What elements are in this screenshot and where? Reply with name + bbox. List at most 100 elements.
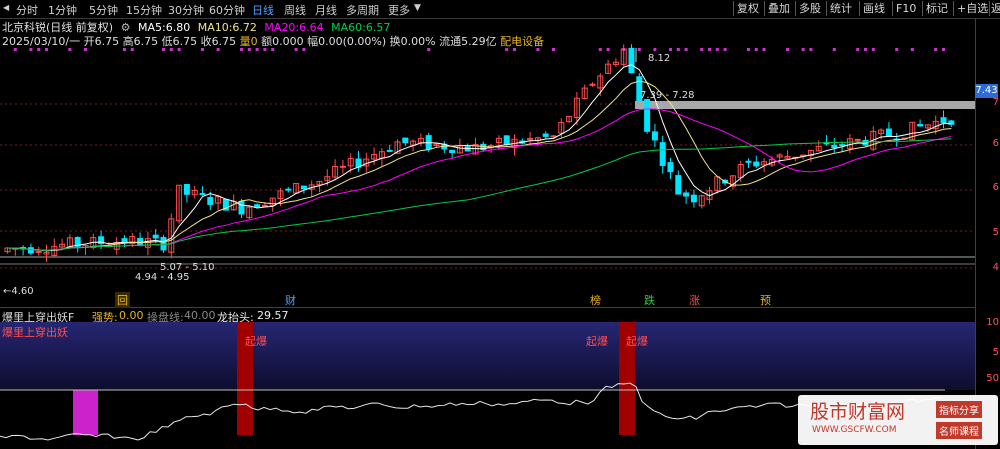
price-tick: 6 [992,182,999,193]
tab-1min[interactable]: 1分钟 [48,2,77,18]
candle-body [940,117,947,124]
tab-30min[interactable]: 30分钟 [168,2,204,18]
ma-lines [7,64,952,252]
dropdown-icon[interactable]: ▼ [414,3,421,13]
event-marker[interactable]: 财 [285,292,296,308]
multi-stock-button[interactable]: 多股 [795,1,824,16]
resistance-band [635,101,975,109]
candle-body [449,149,456,154]
signal-dot [786,48,789,51]
candle-body [238,200,245,215]
tab-60min[interactable]: 60分钟 [209,2,245,18]
event-marker[interactable]: 涨 [689,292,700,308]
signal-dot [832,48,836,51]
tab-weekly[interactable]: 周线 [284,2,306,18]
signal-dot [240,48,243,51]
candle-body [339,165,346,168]
signal-dot [942,48,945,51]
candle-body [542,133,549,137]
signal-dot [637,48,641,51]
event-marker[interactable]: 回 [115,292,130,308]
signal-dot [895,48,899,51]
signal-dot [294,48,298,51]
event-marker[interactable]: 榜 [590,292,601,308]
indicator-tick: 50 [986,373,999,384]
tab-daily[interactable]: 日线 [252,2,274,18]
draw-line-button[interactable]: 画线 [859,1,888,16]
tab-more[interactable]: 更多 [388,2,410,18]
f10-button[interactable]: F10 [892,1,919,16]
mark-button[interactable]: 标记 [922,1,951,16]
candle-body [27,247,34,254]
indicator-background [0,322,975,390]
signal-dot [598,48,602,51]
signal-dot [871,48,875,51]
candle-body [152,234,159,239]
tab-monthly[interactable]: 月线 [315,2,337,18]
current-price-tag: 7.43 [975,84,998,98]
candlestick-chart[interactable]: 8.127.39 - 7.285.07 - 5.104.94 - 4.95←4.… [0,35,975,307]
candle-body [745,160,752,163]
signal-dot [505,48,509,51]
add-watchlist-button[interactable]: +自选 [953,1,991,16]
tab-15min[interactable]: 15分钟 [126,2,162,18]
signal-dot [123,48,126,51]
signal-dot [864,48,867,51]
signal-dot [708,48,711,51]
back-button[interactable]: 返 [989,1,1000,16]
price-tick: 6 [992,138,999,149]
candle-body [885,128,892,137]
event-marker[interactable]: 预 [760,292,771,308]
signal-dot [271,48,275,51]
low-label: ←4.60 [3,286,34,297]
tab-timeshare[interactable]: 分时 [16,2,38,18]
control-value: 40.00 [184,309,216,322]
signal-dot [754,48,758,51]
price-tick: 5 [992,227,999,238]
candle-body [254,204,261,208]
candle-body [667,162,674,173]
signal-dot [715,48,719,51]
tab-multi-period[interactable]: 多周期 [346,2,379,18]
candle-body [683,192,690,197]
candle-body [917,123,924,127]
signal-dot [263,48,267,51]
price-axis: 7 6 6 5 4 [975,18,1000,309]
signal-dot [676,48,680,51]
resistance-label: 7.39 - 7.28 [640,90,695,101]
candle-body [285,188,292,191]
indicator-tick: 5 [992,347,999,358]
menu-arrow-icon[interactable]: ◀ [3,3,9,12]
signal-dot [536,48,540,51]
candle-body [690,194,697,203]
candles [4,44,955,262]
candle-body [644,99,651,132]
signal-dot [29,48,33,51]
candle-body [550,135,557,138]
statistics-button[interactable]: 统计 [826,1,855,16]
watermark-url: WWW.GSCFW.COM [812,425,897,435]
signal-dot [130,48,134,51]
candle-body [160,236,167,251]
high-label: 8.12 [648,53,670,64]
candle-body [628,47,635,74]
signal-bar [73,390,98,435]
price-tick: 4 [992,262,999,273]
overlay-button[interactable]: 叠加 [764,1,793,16]
ma-line [7,64,952,252]
signal-dot [162,48,165,51]
strength-value: 0.00 [119,309,144,322]
signal-dot [801,48,805,51]
signal-dot [427,48,431,51]
signal-dot [856,48,860,51]
candle-body [402,137,409,144]
adjust-button[interactable]: 复权 [733,1,762,16]
candle-body [839,144,846,147]
signal-dot [684,48,688,51]
candle-body [386,149,393,152]
tab-5min[interactable]: 5分钟 [89,2,118,18]
event-marker[interactable]: 跌 [644,292,655,308]
candle-body [199,193,206,196]
candle-body [831,144,838,149]
watermark-tag: 指标分享 [936,401,982,418]
